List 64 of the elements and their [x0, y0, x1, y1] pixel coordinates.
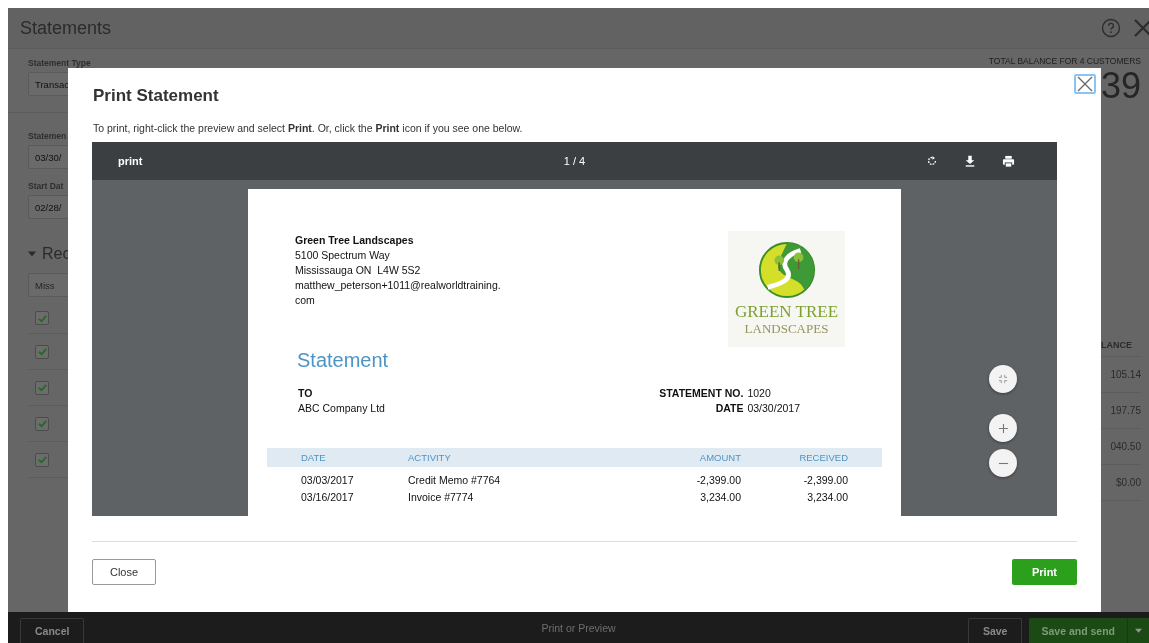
close-button[interactable]: Close	[92, 559, 156, 585]
table-cell-text: 03/03/2017	[301, 473, 355, 486]
checkbox[interactable]	[35, 380, 49, 395]
table-cell: 197.75	[1110, 405, 1141, 416]
dialog-title: Print Statement	[93, 86, 219, 106]
column-header: RECEIVED	[798, 452, 848, 463]
logo-text: LANDSCAPES	[744, 321, 829, 336]
address-line: 5100 Spectrum Way	[295, 248, 391, 263]
save-and-send-button[interactable]: Save and send	[1029, 618, 1127, 643]
meta-value: 1020	[747, 386, 772, 401]
checkbox[interactable]	[35, 452, 49, 467]
page-title: Statements	[20, 17, 112, 39]
address-line: com	[295, 293, 316, 308]
column-header: AMOUNT	[698, 452, 741, 463]
caret-icon[interactable]	[28, 250, 36, 258]
close-icon[interactable]	[1133, 18, 1149, 38]
address-line: Mississauga ON L4W 5S2	[295, 263, 422, 278]
address-line: matthew_peterson+1011@realworldtraining.	[295, 278, 501, 293]
help-icon[interactable]	[1101, 18, 1121, 38]
table-cell: 040.50	[1110, 441, 1141, 452]
zoom-in-button[interactable]	[989, 414, 1017, 442]
plus-icon	[997, 422, 1009, 434]
meta-label: STATEMENT NO.	[659, 386, 744, 401]
table-cell: $0.00	[1115, 477, 1141, 488]
print-icon[interactable]	[1002, 154, 1015, 168]
table-cell-text: -2,399.00	[695, 473, 741, 486]
customer-name: ABC Company Ltd	[298, 401, 385, 416]
column-header: ACTIVITY	[408, 452, 452, 463]
close-button[interactable]	[1074, 74, 1096, 94]
caret-icon	[1135, 627, 1142, 634]
page-indicator: 1 / 4	[563, 155, 586, 167]
print-button[interactable]: Print	[1012, 559, 1077, 585]
to-label: TO	[298, 386, 314, 401]
column-header: DATE	[301, 452, 327, 463]
field-label: Start Dat	[28, 181, 65, 191]
document-heading: Statement	[297, 349, 390, 372]
table-cell-text: Credit Memo #7764	[408, 473, 502, 486]
instructions-text: To print, right-click the preview and select Print. Or, click the Print icon if you see one below.	[93, 122, 524, 134]
shrink-icon	[998, 374, 1008, 384]
table-cell-text: 3,234.00	[699, 490, 741, 503]
checkbox[interactable]	[35, 344, 49, 359]
table-cell: 105.14	[1110, 369, 1141, 380]
checkbox[interactable]	[35, 311, 49, 325]
table-cell-text: 03/16/2017	[301, 490, 355, 503]
print-or-preview-link[interactable]: Print or Preview	[541, 622, 616, 634]
tree-logo-icon	[757, 241, 816, 299]
cancel-button[interactable]: Cancel	[20, 618, 85, 643]
rotate-icon[interactable]	[926, 155, 938, 167]
meta-value: 03/30/2017	[747, 401, 800, 416]
fit-page-button[interactable]	[989, 365, 1017, 393]
download-icon[interactable]	[964, 155, 976, 167]
checkbox[interactable]	[35, 416, 49, 431]
dropdown-button[interactable]	[1127, 618, 1149, 643]
field-label: Statemen	[28, 131, 68, 141]
total-balance-amount: 39	[1100, 66, 1141, 106]
table-cell-text: Invoice #7774	[408, 490, 475, 503]
company-name: Green Tree Landscapes	[295, 233, 415, 248]
save-button[interactable]: Save	[967, 618, 1023, 643]
meta-label: DATE	[714, 401, 744, 416]
table-cell-text: 3,234.00	[806, 490, 848, 503]
zoom-out-button[interactable]	[989, 449, 1017, 477]
table-cell-text: -2,399.00	[802, 473, 848, 486]
logo-text: GREEN TREE	[734, 303, 839, 321]
viewer-title: print	[118, 155, 143, 167]
